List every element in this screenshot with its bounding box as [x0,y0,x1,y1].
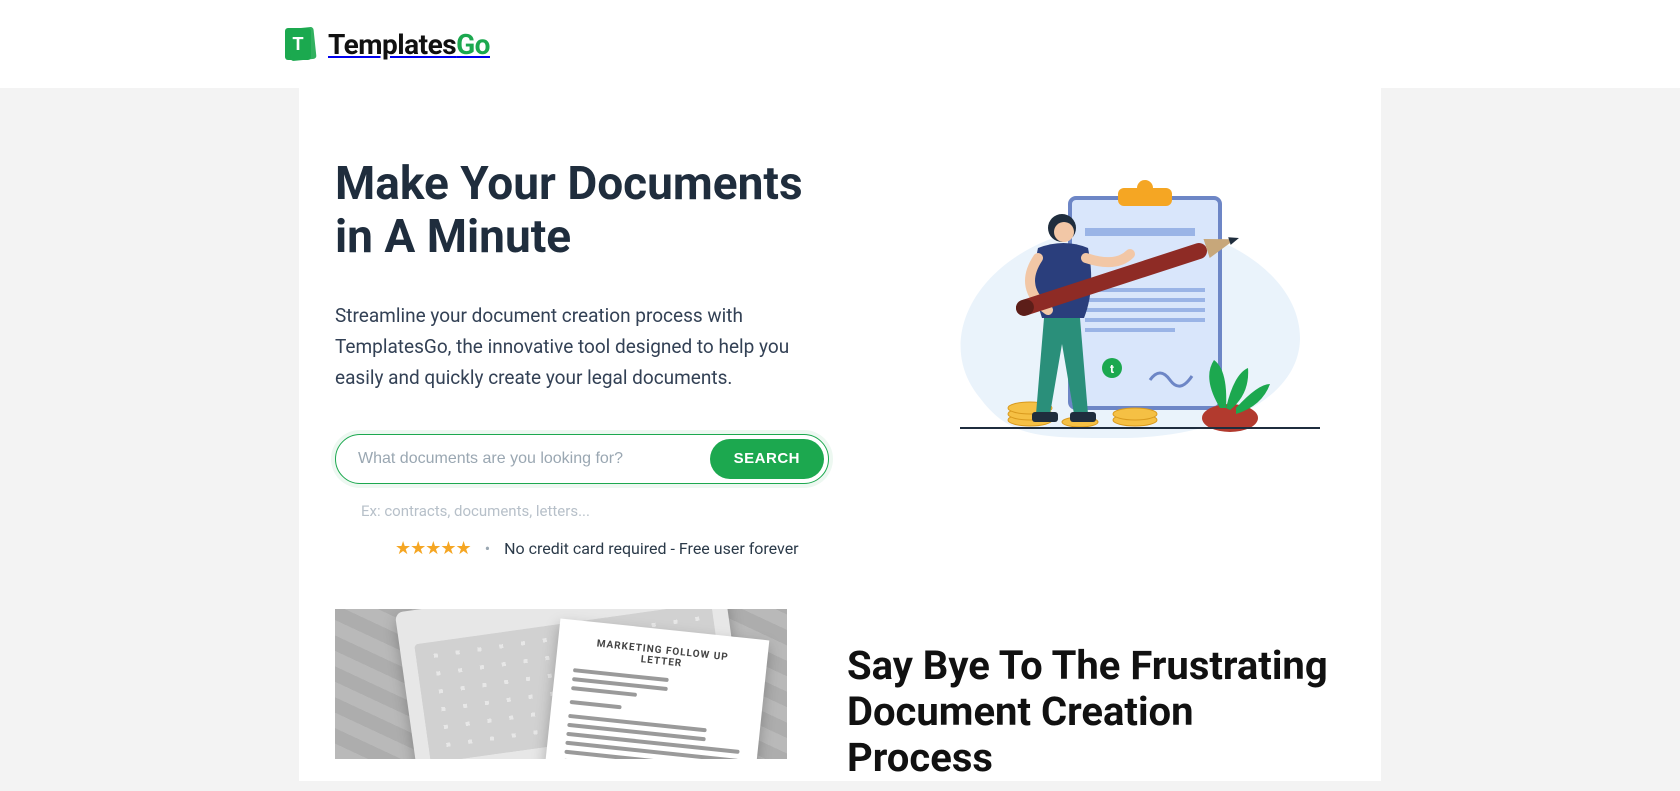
section-title-line2: Document Creation Process [847,688,1194,781]
svg-text:T: T [293,34,304,54]
hero-copy: Make Your Documents in A Minute Streamli… [335,158,875,559]
main-content-card: Make Your Documents in A Minute Streamli… [299,88,1381,781]
search-bar: SEARCH [335,434,829,484]
hero-section: Make Your Documents in A Minute Streamli… [335,158,1345,559]
section-title-line1: Say Bye To The Frustrating [847,642,1328,689]
section-thumbnail: MARKETING FOLLOW UP LETTER [335,609,787,759]
brand-logo-text: TemplatesGo [328,28,490,61]
page-title-line1: Make Your Documents [335,157,803,211]
brand-logo[interactable]: T TemplatesGo [282,25,490,63]
thumbnail-document-icon: MARKETING FOLLOW UP LETTER [543,618,770,759]
hero-meta-text: No credit card required - Free user fore… [504,539,799,558]
page-title-line2: in A Minute [335,210,571,264]
brand-logo-icon: T [282,25,318,63]
site-header: T TemplatesGo [0,0,1680,88]
section-copy: Say Bye To The Frustrating Document Crea… [847,609,1345,781]
page-title: Make Your Documents in A Minute [335,158,875,264]
star-rating-icon: ★★★★★ [395,538,471,559]
clipboard-person-illustration-icon: t [920,158,1340,458]
hero-illustration: t [915,158,1345,458]
search-button[interactable]: SEARCH [710,439,824,479]
section-frustrating-process: MARKETING FOLLOW UP LETTER Say Bye To Th… [335,609,1345,781]
brand-name-part1: Templates [328,28,456,61]
separator-dot-icon: • [485,539,490,558]
section-title: Say Bye To The Frustrating Document Crea… [847,643,1345,781]
page-subtitle: Streamline your document creation proces… [335,300,815,394]
search-input[interactable] [358,450,710,468]
svg-text:t: t [1110,362,1114,376]
search-example-hint: Ex: contracts, documents, letters... [361,502,875,520]
brand-name-part2: Go [456,28,490,61]
hero-meta-row: ★★★★★ • No credit card required - Free u… [395,538,875,559]
